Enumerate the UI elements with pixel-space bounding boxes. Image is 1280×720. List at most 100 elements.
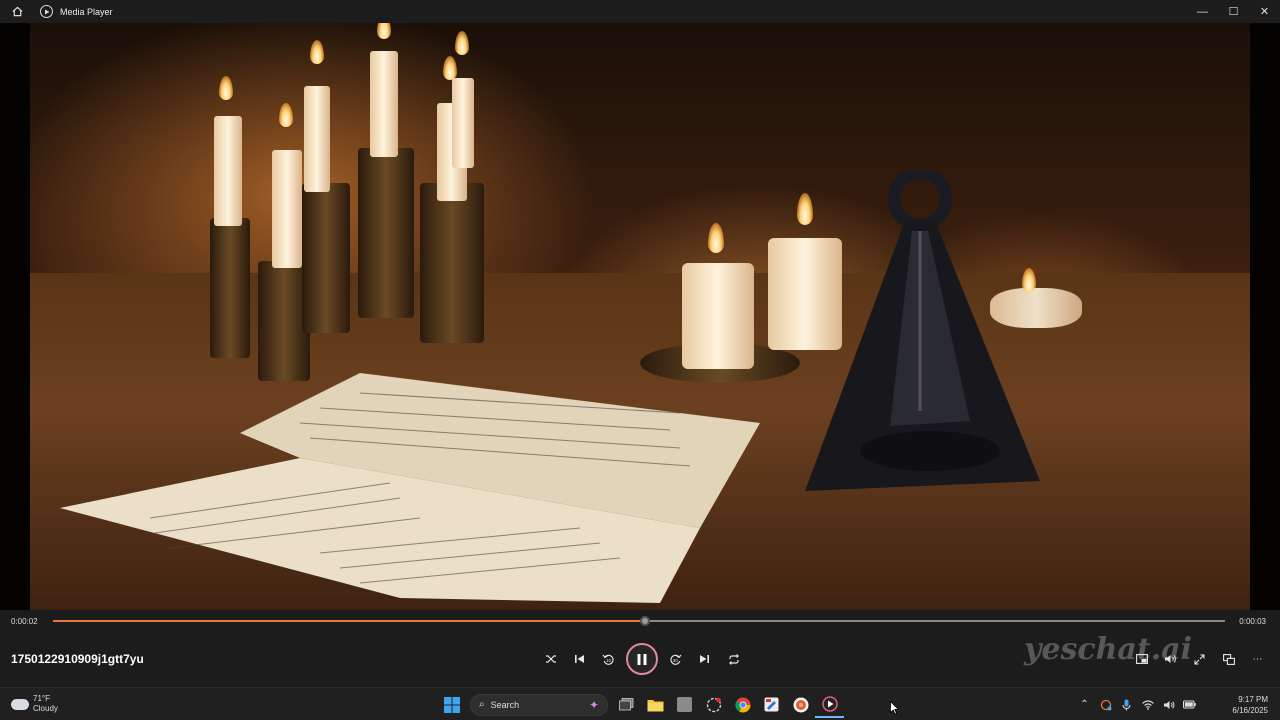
chrome-button[interactable] xyxy=(728,691,757,718)
cast-button[interactable] xyxy=(1214,649,1243,669)
task-view-button[interactable] xyxy=(612,691,641,718)
volume-tray-button[interactable] xyxy=(1158,691,1179,718)
home-icon xyxy=(12,6,22,17)
media-file-name: 1750122910909j1gtt7yu xyxy=(11,652,144,666)
system-tray: ⌃ 9:17 PM 6/16/2025 xyxy=(1074,691,1280,718)
weather-temp: 71°F xyxy=(33,694,50,703)
rewind-10-icon: 10 xyxy=(602,654,614,665)
microphone-tray-button[interactable] xyxy=(1116,691,1137,718)
svg-text:30: 30 xyxy=(673,658,679,663)
clock-time: 9:17 PM xyxy=(1238,694,1268,704)
sync-tray-button[interactable] xyxy=(1095,691,1116,718)
video-frame[interactable] xyxy=(0,23,1280,610)
close-icon: ✕ xyxy=(1259,6,1270,18)
file-explorer-button[interactable] xyxy=(641,691,670,718)
playback-controls-bar: 1750122910909j1gtt7yu 10 30 yeschat.ai ⋯ xyxy=(0,632,1280,687)
maximize-button[interactable]: ☐ xyxy=(1218,0,1249,23)
task-view-icon xyxy=(619,698,634,711)
home-button[interactable] xyxy=(0,6,34,17)
wifi-icon xyxy=(1141,699,1154,710)
video-metronome xyxy=(805,171,1040,491)
minimize-button[interactable]: — xyxy=(1187,0,1218,23)
video-candle xyxy=(682,263,754,369)
skip-previous-icon xyxy=(575,655,584,663)
video-candle-flame xyxy=(310,40,324,64)
video-sheet-music-book xyxy=(60,373,760,603)
video-candle xyxy=(214,116,242,226)
windows-taskbar: 71°F Cloudy ⌕ Search ✦ ⌃ 9:17 PM 6/16/20… xyxy=(0,687,1280,720)
taskbar-clock[interactable]: 9:17 PM 6/16/2025 xyxy=(1200,694,1280,716)
shuffle-icon xyxy=(545,655,556,663)
svg-text:10: 10 xyxy=(606,658,612,663)
search-label: Search xyxy=(490,699,520,710)
taskbar-app-pen[interactable] xyxy=(757,691,786,718)
forward-30-icon: 30 xyxy=(670,654,682,665)
wifi-tray-button[interactable] xyxy=(1137,691,1158,718)
taskbar-app-red[interactable] xyxy=(786,691,815,718)
more-icon: ⋯ xyxy=(1252,653,1263,665)
seek-slider[interactable] xyxy=(53,616,1225,626)
taskbar-app-gray[interactable] xyxy=(670,691,699,718)
media-player-taskbar-button[interactable] xyxy=(815,691,844,718)
repeat-icon xyxy=(728,653,739,665)
snipping-tool-icon xyxy=(706,697,721,712)
microphone-icon xyxy=(1122,699,1131,710)
speaker-icon xyxy=(1163,700,1174,709)
taskbar-app-snipping[interactable] xyxy=(699,691,728,718)
butterfly-icon: ✦ xyxy=(588,697,599,712)
show-hidden-icons-button[interactable]: ⌃ xyxy=(1074,691,1095,718)
weather-condition: Cloudy xyxy=(33,704,58,713)
video-candle-flame xyxy=(377,23,391,39)
video-candle xyxy=(370,51,398,157)
volume-button[interactable] xyxy=(1156,649,1185,669)
shuffle-button[interactable] xyxy=(536,644,565,674)
video-letterbox-left xyxy=(0,23,30,610)
forward-30-button[interactable]: 30 xyxy=(661,644,690,674)
clock-date: 6/16/2025 xyxy=(1232,705,1268,715)
video-candle-flame xyxy=(443,56,457,80)
chrome-icon xyxy=(734,697,750,712)
next-button[interactable] xyxy=(690,644,719,674)
repeat-button[interactable] xyxy=(719,644,748,674)
miniplayer-button[interactable] xyxy=(1127,649,1156,669)
red-circle-app-icon xyxy=(793,697,808,712)
video-letterbox-right xyxy=(1250,23,1280,610)
pen-app-icon xyxy=(764,697,779,712)
seek-bar-row: 0:00:02 0:00:03 xyxy=(0,610,1280,632)
media-player-app-icon xyxy=(40,5,53,18)
taskbar-apps: ⌕ Search ✦ xyxy=(437,691,844,718)
video-candle xyxy=(452,78,474,168)
video-candle-flame xyxy=(455,31,469,55)
title-bar: Media Player — ☐ ✕ xyxy=(0,0,1280,23)
cloud-icon xyxy=(11,698,29,710)
cast-icon xyxy=(1222,653,1235,665)
video-candle-holder xyxy=(302,183,350,333)
start-button[interactable] xyxy=(437,691,466,718)
minimize-icon: — xyxy=(1197,5,1208,18)
previous-button[interactable] xyxy=(565,644,594,674)
sync-icon xyxy=(1100,699,1111,710)
search-icon: ⌕ xyxy=(479,699,485,710)
taskbar-search[interactable]: ⌕ Search ✦ xyxy=(470,693,608,716)
seek-thumb[interactable] xyxy=(639,616,650,626)
battery-icon xyxy=(1183,700,1196,709)
pause-icon xyxy=(637,653,647,665)
fullscreen-icon xyxy=(1194,653,1205,665)
media-player-icon xyxy=(821,695,838,712)
skip-next-icon xyxy=(700,655,709,663)
fullscreen-button[interactable] xyxy=(1185,649,1214,669)
seek-progress-fill xyxy=(53,620,645,622)
weather-widget[interactable]: 71°F Cloudy xyxy=(11,694,58,714)
video-candle-flame xyxy=(219,76,233,100)
maximize-icon: ☐ xyxy=(1228,6,1239,18)
folder-icon xyxy=(647,699,664,711)
battery-tray-button[interactable] xyxy=(1179,691,1200,718)
more-options-button[interactable]: ⋯ xyxy=(1243,649,1272,669)
video-candle-flame xyxy=(279,103,293,127)
close-button[interactable]: ✕ xyxy=(1249,0,1280,23)
play-pause-button[interactable] xyxy=(626,643,658,675)
video-candle xyxy=(272,150,302,268)
rewind-10-button[interactable]: 10 xyxy=(594,644,623,674)
mouse-cursor-icon xyxy=(890,701,899,715)
miniplayer-icon xyxy=(1135,654,1148,664)
